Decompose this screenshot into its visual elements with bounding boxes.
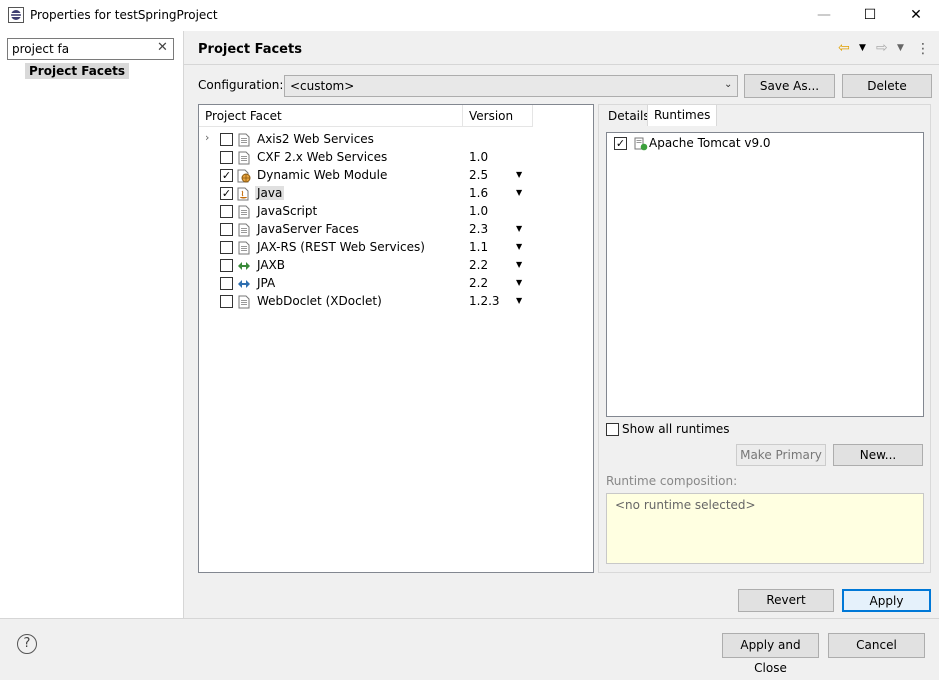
maximize-button[interactable]: ☐ (847, 0, 893, 31)
close-button[interactable]: ✕ (893, 0, 939, 31)
facet-version: 1.0 (469, 150, 489, 164)
back-arrow-icon[interactable]: ⇦ (838, 40, 850, 56)
facet-checkbox[interactable] (220, 295, 233, 308)
table-row[interactable]: ✓ Dynamic Web Module 2.5 ▼ (199, 167, 593, 185)
server-runtime-icon (634, 137, 648, 151)
facet-name: JavaScript (257, 204, 318, 218)
minimize-button[interactable]: — (801, 0, 847, 31)
title-bar: Properties for testSpringProject — ☐ ✕ (0, 0, 939, 31)
facet-version[interactable]: 2.2 (469, 258, 488, 272)
apply-button[interactable]: Apply (842, 589, 931, 612)
facet-checkbox[interactable]: ✓ (220, 187, 233, 200)
document-icon (237, 205, 251, 219)
document-icon (237, 151, 251, 165)
show-all-runtimes-label[interactable]: Show all runtimes (622, 422, 730, 436)
facet-table: Project Facet Version › Axis2 Web Service… (198, 104, 594, 573)
runtime-composition-label: Runtime composition: (606, 474, 738, 488)
runtime-name: Apache Tomcat v9.0 (649, 136, 771, 150)
make-primary-button[interactable]: Make Primary (736, 444, 826, 466)
version-dropdown-icon[interactable]: ▼ (516, 278, 522, 287)
help-icon[interactable]: ? (17, 634, 37, 654)
table-row[interactable]: CXF 2.x Web Services 1.0 (199, 149, 593, 167)
facet-name: WebDoclet (XDoclet) (257, 294, 382, 308)
table-row[interactable]: WebDoclet (XDoclet) 1.2.3 ▼ (199, 293, 593, 311)
column-header-facet[interactable]: Project Facet (199, 105, 463, 127)
facet-checkbox[interactable] (220, 259, 233, 272)
revert-button[interactable]: Revert (738, 589, 834, 612)
filter-input[interactable] (7, 38, 174, 60)
window-title: Properties for testSpringProject (30, 8, 218, 22)
runtime-composition-box: <no runtime selected> (606, 493, 924, 564)
forward-arrow-icon[interactable]: ⇨ (876, 40, 888, 56)
left-panel: ✕ Project Facets (0, 31, 184, 618)
web-module-icon (237, 169, 251, 183)
apply-and-close-button[interactable]: Apply and Close (722, 633, 819, 675)
cancel-button[interactable]: Cancel (828, 633, 925, 658)
save-as-button[interactable]: Save As... (744, 74, 835, 98)
facet-name: Axis2 Web Services (257, 132, 374, 146)
header-divider (184, 64, 939, 65)
facet-checkbox[interactable] (220, 205, 233, 218)
facet-checkbox[interactable] (220, 133, 233, 146)
facet-version[interactable]: 1.1 (469, 240, 488, 254)
version-dropdown-icon[interactable]: ▼ (516, 260, 522, 269)
facet-version[interactable]: 2.3 (469, 222, 488, 236)
table-row[interactable]: JPA 2.2 ▼ (199, 275, 593, 293)
tab-runtimes[interactable]: Runtimes (647, 104, 718, 126)
version-dropdown-icon[interactable]: ▼ (516, 224, 522, 233)
tree-item-project-facets[interactable]: Project Facets (25, 63, 129, 79)
facet-checkbox[interactable] (220, 241, 233, 254)
table-row[interactable]: JAX-RS (REST Web Services) 1.1 ▼ (199, 239, 593, 257)
facet-checkbox[interactable] (220, 223, 233, 236)
column-header-version[interactable]: Version (463, 105, 533, 127)
footer-divider (0, 618, 939, 619)
facet-name: CXF 2.x Web Services (257, 150, 388, 164)
table-row[interactable]: JavaServer Faces 2.3 ▼ (199, 221, 593, 239)
version-dropdown-icon[interactable]: ▼ (516, 242, 522, 251)
version-dropdown-icon[interactable]: ▼ (516, 296, 522, 305)
show-all-runtimes-checkbox[interactable] (606, 423, 619, 436)
facet-name: Java (255, 186, 285, 200)
clear-filter-icon[interactable]: ✕ (157, 40, 168, 55)
facet-name: JavaServer Faces (257, 222, 359, 236)
facet-version[interactable]: 1.6 (469, 186, 488, 200)
facet-version: 1.0 (469, 204, 489, 218)
facet-version[interactable]: 2.5 (469, 168, 488, 182)
facet-checkbox[interactable]: ✓ (220, 169, 233, 182)
eclipse-icon (8, 7, 24, 23)
facet-name: Dynamic Web Module (257, 168, 388, 182)
facet-version[interactable]: 2.2 (469, 276, 488, 290)
table-row[interactable]: › Axis2 Web Services (199, 131, 593, 149)
facet-version[interactable]: 1.2.3 (469, 294, 500, 308)
delete-button[interactable]: Delete (842, 74, 932, 98)
document-icon (237, 241, 251, 255)
facet-name: JAXB (257, 258, 285, 272)
java-icon (237, 187, 251, 201)
forward-menu-icon[interactable]: ▼ (897, 43, 904, 53)
expand-chevron-icon[interactable]: › (205, 131, 209, 144)
facet-name: JAX-RS (REST Web Services) (257, 240, 425, 254)
document-icon (237, 295, 251, 309)
document-icon (237, 133, 251, 147)
table-row[interactable]: JAXB 2.2 ▼ (199, 257, 593, 275)
new-runtime-button[interactable]: New... (833, 444, 923, 466)
back-menu-icon[interactable]: ▼ (859, 43, 866, 53)
runtime-checkbox[interactable]: ✓ (614, 137, 627, 150)
facet-checkbox[interactable] (220, 277, 233, 290)
jpa-icon (237, 277, 251, 291)
runtime-list: ✓ Apache Tomcat v9.0 (606, 132, 924, 417)
configuration-select[interactable]: <custom> (284, 75, 738, 97)
table-row[interactable]: ✓ Java 1.6 ▼ (199, 185, 593, 203)
table-row[interactable]: JavaScript 1.0 (199, 203, 593, 221)
jaxb-icon (237, 259, 251, 273)
facet-name: JPA (257, 276, 276, 290)
configuration-label: Configuration: (198, 78, 284, 92)
chevron-down-icon: ⌄ (724, 79, 733, 90)
version-dropdown-icon[interactable]: ▼ (516, 170, 522, 179)
version-dropdown-icon[interactable]: ▼ (516, 188, 522, 197)
facet-checkbox[interactable] (220, 151, 233, 164)
view-menu-icon[interactable]: ⋮ (916, 41, 930, 57)
document-icon (237, 223, 251, 237)
page-title: Project Facets (198, 42, 302, 57)
